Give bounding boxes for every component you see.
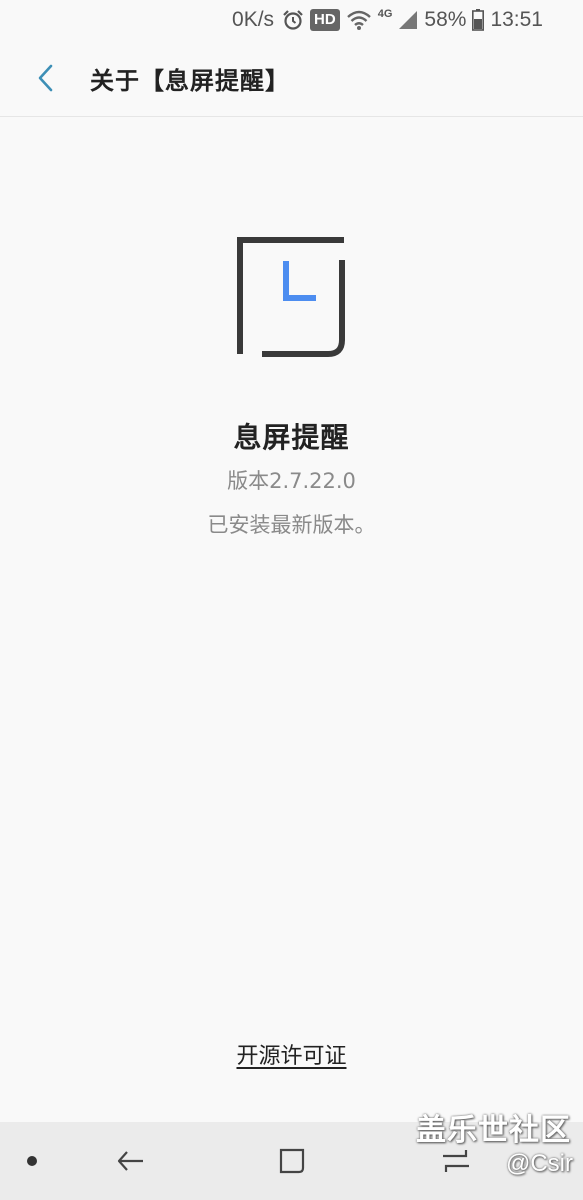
alarm-icon (282, 9, 304, 31)
battery-icon (472, 9, 485, 31)
recents-icon (443, 1150, 469, 1172)
home-icon (279, 1148, 305, 1174)
app-version: 版本2.7.22.0 (227, 469, 356, 493)
clock-time: 13:51 (490, 8, 543, 31)
app-name: 息屏提醒 (233, 421, 350, 454)
app-logo (237, 237, 345, 357)
page-title: 关于【息屏提醒】 (90, 66, 290, 95)
wifi-icon (346, 9, 372, 31)
watermark-handle: @Csir (505, 1150, 573, 1177)
status-bar: 0K/s HD 4G 58% 13:51 (0, 0, 583, 40)
signal-icon (398, 10, 418, 30)
watermark-text: 盖乐世社区 (416, 1113, 571, 1148)
hd-badge: HD (310, 9, 340, 31)
dot-icon (27, 1156, 37, 1166)
nav-back-button[interactable] (98, 1122, 162, 1200)
back-icon (117, 1151, 143, 1171)
install-status: 已安装最新版本。 (207, 513, 376, 537)
open-source-license-link[interactable]: 开源许可证 (236, 1044, 346, 1069)
license-link-container: 开源许可证 (0, 1038, 583, 1070)
app-header: 关于【息屏提醒】 (0, 40, 583, 117)
back-arrow-icon (38, 64, 53, 92)
back-button[interactable] (16, 48, 76, 108)
network-type: 4G (377, 8, 393, 20)
nav-dot-button[interactable] (0, 1122, 64, 1200)
battery-percent: 58% (424, 8, 467, 31)
nav-home-button[interactable] (260, 1122, 324, 1200)
network-speed: 0K/s (232, 8, 275, 31)
